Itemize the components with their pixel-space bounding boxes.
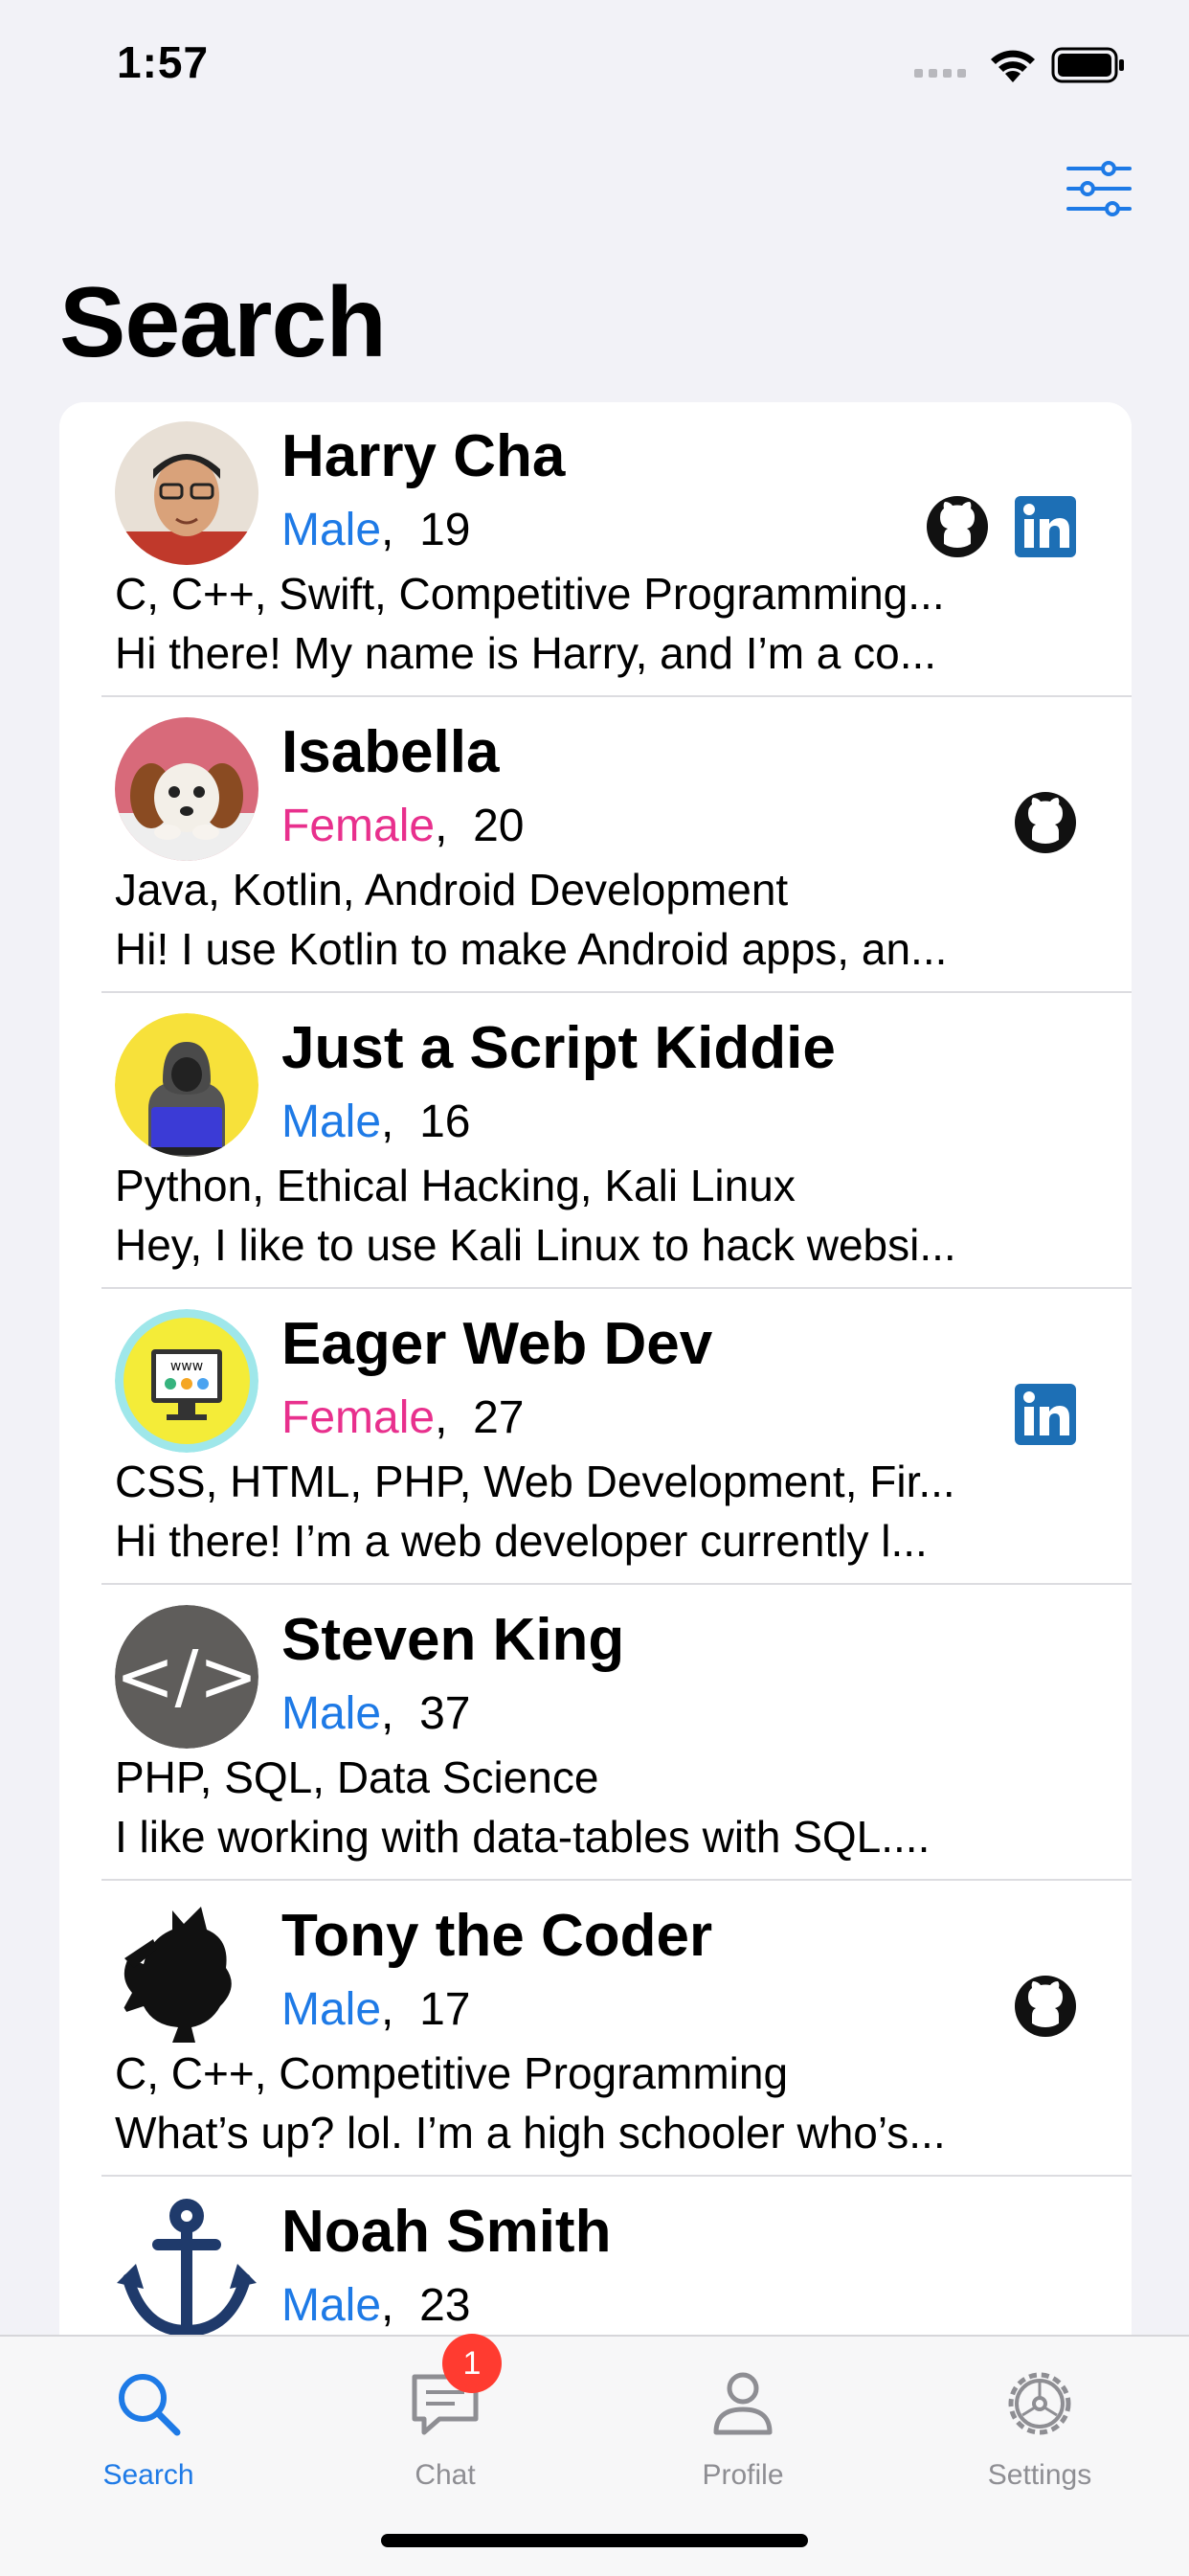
user-skills: C, C++, Competitive Programming [115,2048,789,2098]
user-skills: Java, Kotlin, Android Development [115,865,789,915]
user-bio: Hi there! I’m a web developer currently … [115,1516,928,1566]
user-list[interactable]: Harry Cha Male, 19 C, C++, Swift, Compet… [59,402,1132,2337]
user-row[interactable]: Noah Smith Male, 23 [59,2178,1132,2337]
tab-profile[interactable]: Profile [628,2356,858,2499]
user-gender: Female [281,801,436,851]
search-icon [119,2374,181,2436]
row-divider [101,991,1132,993]
user-name: Steven King [281,1607,625,1673]
user-gender: Female [281,1392,436,1443]
user-bio: What’s up? lol. I’m a high schooler who’… [115,2108,946,2158]
sliders-icon [1066,161,1132,216]
user-age: 16 [419,1096,471,1147]
tab-label: Chat [415,2459,476,2491]
user-row[interactable]: Just a Script Kiddie Male, 16 Python, Et… [59,994,1132,1289]
settings-icon [1008,2372,1071,2435]
avatar: www [115,1309,258,1453]
avatar [115,1013,258,1157]
tab-label: Settings [987,2459,1092,2491]
user-name: Tony the Coder [281,1903,713,1969]
user-age: 37 [419,1688,471,1739]
user-bio: I like working with data-tables with SQL… [115,1812,931,1862]
user-meta: Male, 37 [281,1688,471,1739]
tab-settings[interactable]: Settings [925,2356,1155,2499]
status-bar: 1:57 [0,0,1189,134]
avatar [115,717,258,861]
github-icon[interactable] [1013,1974,1078,2039]
avatar [115,421,258,565]
user-meta: Male, 16 [281,1096,471,1147]
avatar-code-glyph: </> [116,1636,258,1718]
avatar-www-text: www [170,1359,203,1374]
user-age: 17 [419,1984,471,2035]
user-name: Harry Cha [281,423,566,489]
user-meta: Female, 20 [281,801,525,851]
row-divider [101,1287,1132,1289]
user-skills: Python, Ethical Hacking, Kali Linux [115,1161,796,1210]
user-meta: Female, 27 [281,1392,525,1443]
user-row[interactable]: Tony the Coder Male, 17 C, C++, Competit… [59,1882,1132,2177]
user-meta: Male, 23 [281,2280,471,2331]
linkedin-icon[interactable] [1013,1382,1078,1447]
tab-label: Profile [702,2459,784,2491]
avatar [115,2197,258,2337]
home-indicator [381,2534,808,2547]
tab-label: Search [102,2459,194,2491]
user-skills: C, C++, Swift, Competitive Programming..… [115,569,945,619]
user-name: Isabella [281,719,500,785]
user-gender: Male [281,1984,382,2035]
user-age: 20 [473,801,525,851]
github-icon[interactable] [925,494,990,559]
user-gender: Male [281,1688,382,1739]
user-row[interactable]: www Eager Web Dev Female, 27 CSS, HTML, … [59,1290,1132,1585]
row-divider [101,1583,1132,1585]
profile-icon [713,2372,773,2435]
user-bio: Hi there! My name is Harry, and I’m a co… [115,628,937,678]
row-divider [101,2175,1132,2177]
avatar [115,1901,258,2045]
tab-search[interactable]: Search [34,2356,263,2499]
user-row[interactable]: Isabella Female, 20 Java, Kotlin, Androi… [59,698,1132,993]
user-age: 23 [419,2280,471,2331]
user-meta: Male, 17 [281,1984,471,2035]
wifi-icon [991,50,1035,82]
user-skills: PHP, SQL, Data Science [115,1752,599,1802]
user-gender: Male [281,1096,382,1147]
user-row[interactable]: </> Steven King Male, 37 PHP, SQL, Data … [59,1586,1132,1881]
user-age: 19 [419,505,471,555]
user-age: 27 [473,1392,525,1443]
row-divider [101,1879,1132,1881]
user-bio: Hi! I use Kotlin to make Android apps, a… [115,924,948,974]
user-meta: Male, 19 [281,505,471,555]
row-divider [101,695,1132,697]
user-name: Noah Smith [281,2199,612,2265]
user-gender: Male [281,505,382,555]
user-name: Just a Script Kiddie [281,1015,836,1081]
cellular-signal-icon [914,69,966,78]
user-gender: Male [281,2280,382,2331]
user-name: Eager Web Dev [281,1311,713,1377]
linkedin-icon[interactable] [1013,494,1078,559]
user-bio: Hey, I like to use Kali Linux to hack we… [115,1220,956,1270]
chat-badge: 1 [442,2334,502,2393]
battery-icon [1051,47,1124,83]
page-title: Search [59,267,387,378]
user-row[interactable]: Harry Cha Male, 19 C, C++, Swift, Compet… [59,402,1132,697]
filter-button[interactable] [1065,159,1133,218]
github-icon[interactable] [1013,790,1078,855]
status-time: 1:57 [117,37,210,87]
user-skills: CSS, HTML, PHP, Web Development, Fir... [115,1457,955,1506]
avatar: </> [115,1605,258,1749]
